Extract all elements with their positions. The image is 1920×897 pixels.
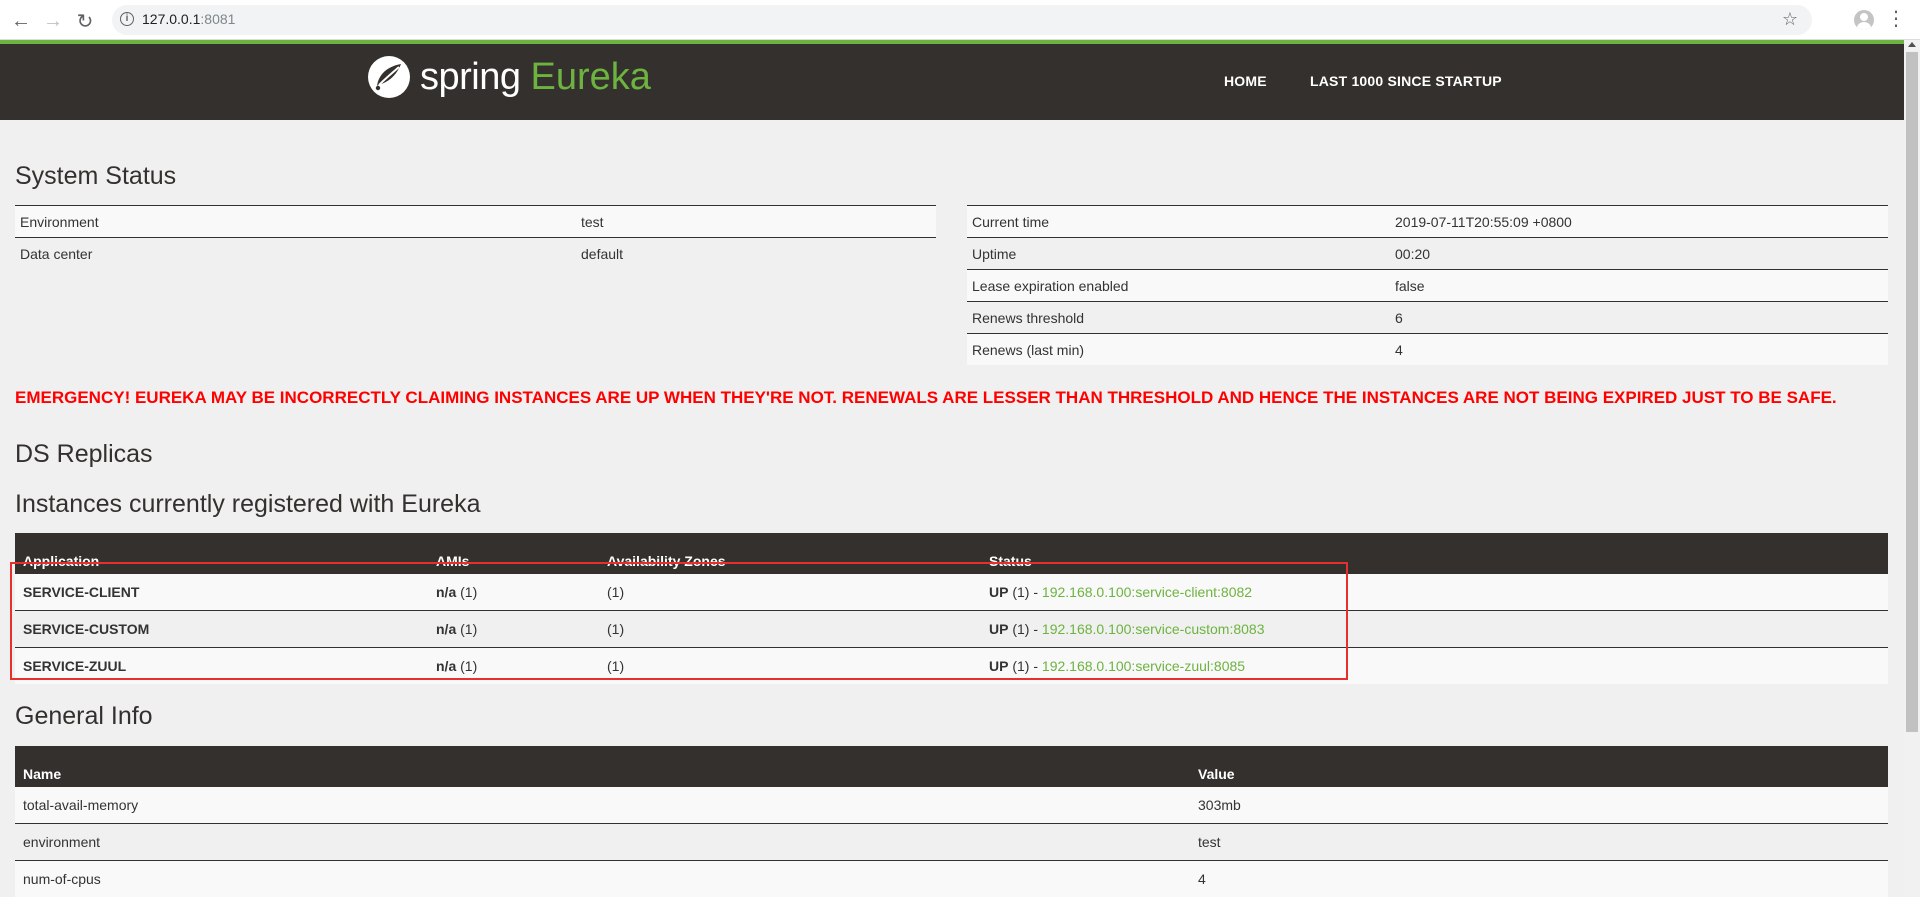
info-name: total-avail-memory <box>15 787 1190 824</box>
spring-eureka-logo[interactable]: spring Eureka <box>366 54 651 100</box>
system-status-right-table: Current time 2019-07-11T20:55:09 +0800 U… <box>967 205 1888 365</box>
status-value: 6 <box>1390 302 1888 334</box>
highlight-annotation-box <box>10 562 1348 680</box>
bookmark-star-icon[interactable]: ☆ <box>1782 9 1798 30</box>
table-row: Renews threshold 6 <box>967 302 1888 334</box>
status-key: Environment <box>15 206 576 238</box>
status-key: Lease expiration enabled <box>967 270 1390 302</box>
profile-avatar-icon[interactable] <box>1854 10 1874 30</box>
table-row: Lease expiration enabled false <box>967 270 1888 302</box>
page-scrollbar[interactable] <box>1904 40 1920 896</box>
scrollbar-thumb[interactable] <box>1906 52 1918 732</box>
status-key: Renews threshold <box>967 302 1390 334</box>
status-value: default <box>576 238 936 270</box>
nav-last-1000-link[interactable]: LAST 1000 SINCE STARTUP <box>1310 73 1502 89</box>
status-value: test <box>576 206 936 238</box>
ds-replicas-title: DS Replicas <box>15 440 153 469</box>
logo-eureka-text: Eureka <box>531 56 651 99</box>
table-row: Data center default <box>15 238 936 270</box>
info-value: 303mb <box>1190 787 1888 824</box>
status-value: 2019-07-11T20:55:09 +0800 <box>1390 206 1888 238</box>
emergency-warning: EMERGENCY! EUREKA MAY BE INCORRECTLY CLA… <box>15 388 1888 407</box>
table-header-row: Name Value <box>15 746 1888 787</box>
status-key: Current time <box>967 206 1390 238</box>
info-icon[interactable]: i <box>120 12 134 26</box>
nav-home-link[interactable]: HOME <box>1224 73 1267 89</box>
column-header-name: Name <box>15 746 1190 787</box>
status-key: Data center <box>15 238 576 270</box>
status-key: Renews (last min) <box>967 334 1390 366</box>
status-value: 00:20 <box>1390 238 1888 270</box>
info-name: environment <box>15 824 1190 861</box>
column-header-value: Value <box>1190 746 1888 787</box>
info-name: num-of-cpus <box>15 861 1190 897</box>
info-value: 4 <box>1190 861 1888 897</box>
table-row: num-of-cpus 4 <box>15 861 1888 897</box>
table-row: Renews (last min) 4 <box>967 334 1888 366</box>
scroll-up-arrow-icon[interactable] <box>1908 42 1916 47</box>
general-info-title: General Info <box>15 702 153 731</box>
browser-toolbar: ← → ↻ i 127.0.0.1:8081 ☆ ⋮ <box>0 0 1920 40</box>
table-row: Uptime 00:20 <box>967 238 1888 270</box>
address-bar[interactable]: i 127.0.0.1:8081 ☆ <box>112 5 1812 35</box>
table-row: total-avail-memory 303mb <box>15 787 1888 824</box>
spring-leaf-icon <box>366 54 412 100</box>
instances-title: Instances currently registered with Eure… <box>15 490 481 519</box>
system-status-left-table: Environment test Data center default <box>15 205 936 269</box>
info-value: test <box>1190 824 1888 861</box>
table-row: Current time 2019-07-11T20:55:09 +0800 <box>967 206 1888 238</box>
status-key: Uptime <box>967 238 1390 270</box>
browser-menu-icon[interactable]: ⋮ <box>1886 8 1906 30</box>
reload-icon[interactable]: ↻ <box>72 8 98 34</box>
url-text[interactable]: 127.0.0.1:8081 <box>142 11 235 27</box>
status-value: false <box>1390 270 1888 302</box>
table-row: environment test <box>15 824 1888 861</box>
back-arrow-icon[interactable]: ← <box>8 8 34 34</box>
table-row: Environment test <box>15 206 936 238</box>
status-value: 4 <box>1390 334 1888 366</box>
system-status-title: System Status <box>15 162 176 191</box>
general-info-table: Name Value total-avail-memory 303mb envi… <box>15 746 1888 897</box>
logo-spring-text: spring <box>420 56 521 99</box>
forward-arrow-icon[interactable]: → <box>40 8 66 34</box>
eureka-header: spring Eureka HOME LAST 1000 SINCE START… <box>0 44 1904 120</box>
